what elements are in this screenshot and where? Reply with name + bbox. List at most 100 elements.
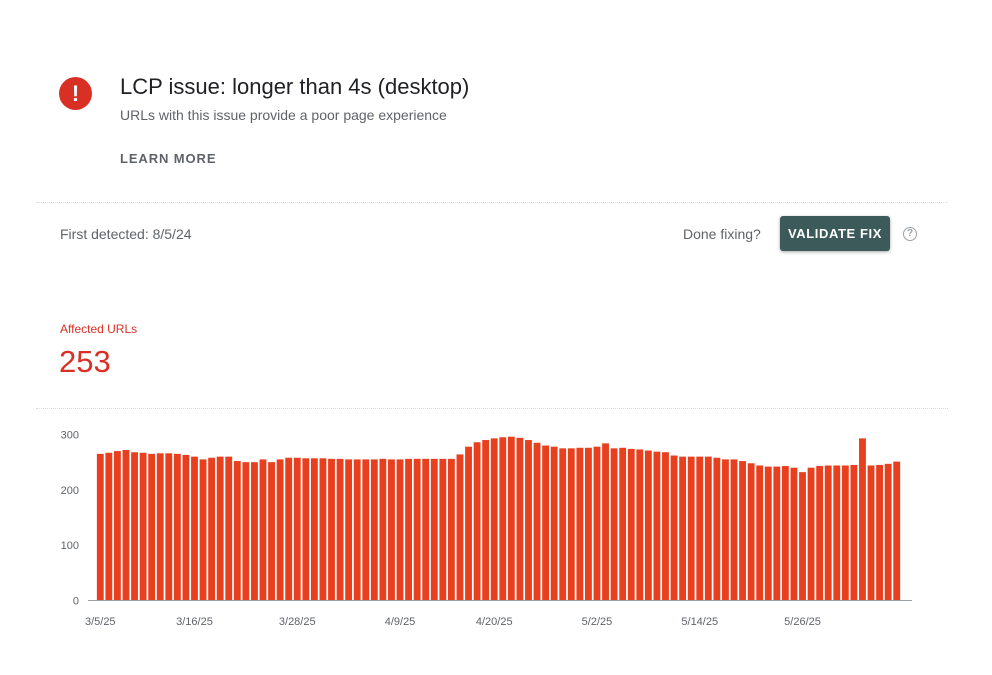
bar[interactable] xyxy=(405,458,412,601)
bar[interactable] xyxy=(542,445,550,601)
bar[interactable] xyxy=(662,452,669,601)
bar[interactable] xyxy=(516,437,524,601)
bar[interactable] xyxy=(456,454,464,601)
bar[interactable] xyxy=(833,465,841,601)
bar[interactable] xyxy=(576,447,584,601)
bar[interactable] xyxy=(388,459,395,601)
bar[interactable] xyxy=(722,459,729,601)
bar[interactable] xyxy=(619,447,627,601)
bar[interactable] xyxy=(679,456,687,601)
bar[interactable] xyxy=(156,453,164,601)
bar[interactable] xyxy=(259,459,267,601)
bar[interactable] xyxy=(893,461,901,601)
bar[interactable] xyxy=(799,472,806,601)
bar[interactable] xyxy=(276,459,284,601)
bar[interactable] xyxy=(781,466,789,601)
bar[interactable] xyxy=(610,448,618,601)
bar[interactable] xyxy=(208,457,216,601)
bar[interactable] xyxy=(242,462,250,601)
bar[interactable] xyxy=(353,459,361,601)
bar[interactable] xyxy=(636,449,644,601)
bar[interactable] xyxy=(867,465,875,601)
bar[interactable] xyxy=(670,455,678,601)
bar[interactable] xyxy=(525,440,532,601)
bar[interactable] xyxy=(550,446,558,601)
bar[interactable] xyxy=(362,459,370,601)
bar[interactable] xyxy=(216,456,224,601)
bar[interactable] xyxy=(602,443,609,601)
x-tick-label: 3/28/25 xyxy=(279,616,316,628)
bar[interactable] xyxy=(730,459,738,601)
bar[interactable] xyxy=(499,437,507,601)
bar[interactable] xyxy=(148,453,156,601)
bar[interactable] xyxy=(653,451,661,601)
bar[interactable] xyxy=(884,463,892,601)
bar[interactable] xyxy=(756,465,764,601)
bar[interactable] xyxy=(191,456,198,601)
bar[interactable] xyxy=(816,466,824,601)
bar[interactable] xyxy=(413,458,421,601)
bar[interactable] xyxy=(319,458,327,601)
bar[interactable] xyxy=(233,461,241,601)
bar[interactable] xyxy=(396,459,404,601)
bar[interactable] xyxy=(225,456,233,601)
y-tick-label: 300 xyxy=(61,430,79,442)
bar[interactable] xyxy=(482,440,490,601)
bar[interactable] xyxy=(713,457,721,601)
bar[interactable] xyxy=(285,457,293,601)
bar[interactable] xyxy=(593,446,601,601)
bar[interactable] xyxy=(251,462,258,601)
bar[interactable] xyxy=(310,458,318,601)
bar[interactable] xyxy=(439,458,447,601)
bar[interactable] xyxy=(627,448,635,601)
affected-urls-chart: 0 100 200 300 3/5/25 3/16/25 3/28/25 4/9/25 4/20… xyxy=(61,430,912,628)
bar[interactable] xyxy=(370,459,378,601)
bar[interactable] xyxy=(567,448,575,601)
bar[interactable] xyxy=(302,458,310,601)
bar[interactable] xyxy=(876,464,884,601)
bar[interactable] xyxy=(584,447,592,601)
bar[interactable] xyxy=(268,462,275,601)
bar[interactable] xyxy=(850,464,858,601)
bar[interactable] xyxy=(113,451,121,601)
bar[interactable] xyxy=(465,446,472,601)
bar[interactable] xyxy=(182,454,190,601)
bar[interactable] xyxy=(96,453,104,601)
bar[interactable] xyxy=(739,461,746,601)
bar[interactable] xyxy=(105,452,113,601)
bar[interactable] xyxy=(841,465,849,601)
bar[interactable] xyxy=(559,448,567,601)
bar[interactable] xyxy=(824,465,832,601)
y-tick-label: 200 xyxy=(61,485,79,497)
bar[interactable] xyxy=(859,438,866,601)
bar[interactable] xyxy=(644,450,652,601)
bar[interactable] xyxy=(336,458,344,601)
bar[interactable] xyxy=(345,459,353,601)
bar[interactable] xyxy=(764,466,772,601)
x-tick-label: 4/9/25 xyxy=(385,616,416,628)
bar[interactable] xyxy=(790,467,798,601)
bar[interactable] xyxy=(293,457,301,601)
bar[interactable] xyxy=(131,452,138,601)
bar[interactable] xyxy=(473,442,481,601)
bar[interactable] xyxy=(507,436,515,601)
bar[interactable] xyxy=(173,453,181,601)
bar[interactable] xyxy=(447,458,455,601)
bar[interactable] xyxy=(165,453,173,601)
bar[interactable] xyxy=(807,467,815,601)
bar[interactable] xyxy=(379,458,387,601)
y-tick-label: 100 xyxy=(61,540,79,552)
bar[interactable] xyxy=(687,456,695,601)
bar[interactable] xyxy=(139,452,147,601)
bar[interactable] xyxy=(328,458,335,601)
bar[interactable] xyxy=(122,449,130,601)
bar[interactable] xyxy=(696,456,704,601)
bar[interactable] xyxy=(533,442,541,601)
bar[interactable] xyxy=(199,459,207,601)
bar[interactable] xyxy=(430,458,438,601)
bar[interactable] xyxy=(747,463,755,601)
bar[interactable] xyxy=(422,458,430,601)
bar[interactable] xyxy=(704,456,712,601)
bar[interactable] xyxy=(490,438,498,601)
bar[interactable] xyxy=(773,466,781,601)
